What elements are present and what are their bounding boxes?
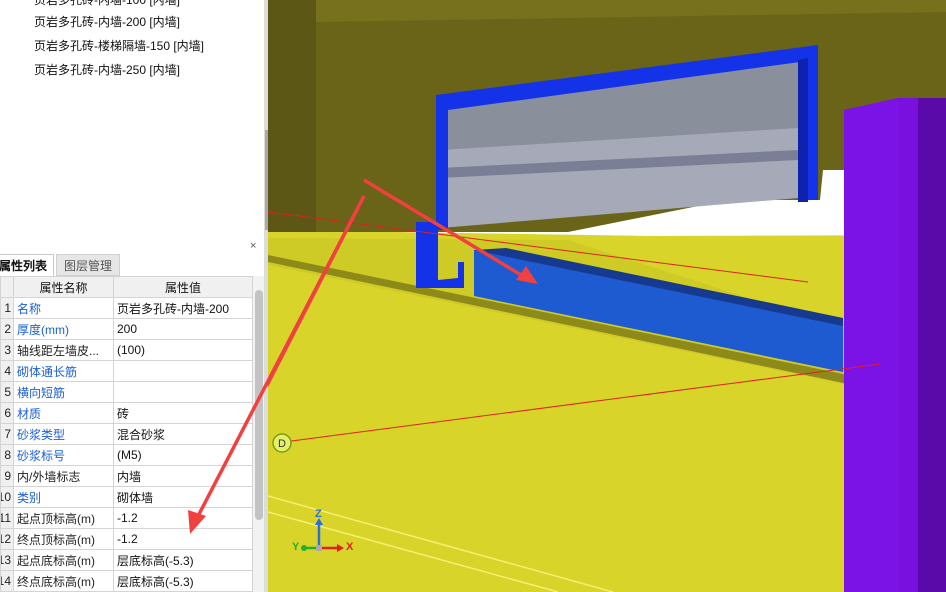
row-number: 9 xyxy=(0,465,14,487)
property-value[interactable]: 砌体墙 xyxy=(113,486,253,508)
table-row[interactable]: 8 砂浆标号 (M5) xyxy=(0,444,253,466)
axis-origin xyxy=(316,545,322,551)
table-row[interactable]: 1 名称 页岩多孔砖-内墙-200 xyxy=(0,297,253,319)
row-number: 13 xyxy=(0,549,14,571)
3d-scene[interactable]: D xyxy=(268,0,946,592)
panel-close-icon[interactable]: × xyxy=(250,240,256,252)
row-number: 14 xyxy=(0,570,14,592)
property-value[interactable]: (100) xyxy=(113,339,253,361)
tree-item[interactable]: 页岩多孔砖-内墙-100 [内墙] xyxy=(34,0,180,11)
row-number: 11 xyxy=(0,507,14,529)
property-value[interactable]: 层底标高(-5.3) xyxy=(113,549,253,571)
tree-item[interactable]: 页岩多孔砖-内墙-200 [内墙] xyxy=(34,11,180,33)
table-header-row: 属性名称 属性值 xyxy=(0,276,253,298)
row-number: 1 xyxy=(0,297,14,319)
property-name: 厚度(mm) xyxy=(13,318,114,340)
axis-marker-label: D xyxy=(278,438,286,450)
row-number: 5 xyxy=(0,381,14,403)
component-tree: 页岩多孔砖-内墙-100 [内墙] 页岩多孔砖-内墙-200 [内墙] 页岩多孔砖-… xyxy=(0,0,266,238)
table-row[interactable]: 14终点底标高(m)层底标高(-5.3) xyxy=(0,570,253,592)
3d-viewport[interactable]: D xyxy=(268,0,946,592)
property-name: 砂浆标号 xyxy=(13,444,114,466)
property-value[interactable]: (M5) xyxy=(113,444,253,466)
table-row[interactable]: 9 内/外墙标志 内墙 xyxy=(0,465,253,487)
scrollbar-thumb[interactable] xyxy=(255,290,263,520)
property-name: 材质 xyxy=(13,402,114,424)
property-value[interactable]: 200 xyxy=(113,318,253,340)
property-value[interactable] xyxy=(113,360,253,382)
olive-beam-side xyxy=(268,0,316,232)
table-row[interactable]: 13起点底标高(m)层底标高(-5.3) xyxy=(0,549,253,571)
property-value[interactable]: 页岩多孔砖-内墙-200 xyxy=(113,297,253,319)
property-name: 类别 xyxy=(13,486,114,508)
tab-properties[interactable]: 属性列表 xyxy=(0,254,54,276)
row-number-header xyxy=(0,276,14,298)
x-arrowhead xyxy=(337,544,344,552)
property-table: 属性名称 属性值 1 名称 页岩多孔砖-内墙-200 2 厚度(mm) 200 3 轴线距左墙… xyxy=(0,276,253,592)
property-name: 终点顶标高(m) xyxy=(13,528,114,550)
table-row[interactable]: 11起点顶标高(m)-1.2 xyxy=(0,507,253,529)
property-name-header: 属性名称 xyxy=(13,276,114,298)
property-value[interactable]: -1.2 xyxy=(113,507,253,529)
property-value[interactable]: 层底标高(-5.3) xyxy=(113,570,253,592)
row-number: 8 xyxy=(0,444,14,466)
property-value-header: 属性值 xyxy=(113,276,253,298)
left-panel: 页岩多孔砖-内墙-100 [内墙] 页岩多孔砖-内墙-200 [内墙] 页岩多孔砖-… xyxy=(0,0,266,592)
property-name: 起点底标高(m) xyxy=(13,549,114,571)
table-row[interactable]: 2 厚度(mm) 200 xyxy=(0,318,253,340)
row-number: 4 xyxy=(0,360,14,382)
tab-layers[interactable]: 图层管理 xyxy=(56,254,120,276)
y-axis-label: Y xyxy=(292,541,300,553)
tree-item[interactable]: 页岩多孔砖-内墙-250 [内墙] xyxy=(34,59,180,81)
row-number: 3 xyxy=(0,339,14,361)
table-row[interactable]: 10类别砌体墙 xyxy=(0,486,253,508)
axis-gizmo: Z X Y xyxy=(290,508,360,558)
row-number: 2 xyxy=(0,318,14,340)
property-value[interactable]: 内墙 xyxy=(113,465,253,487)
z-axis-label: Z xyxy=(315,508,322,520)
property-value[interactable] xyxy=(113,381,253,403)
table-row[interactable]: 5 横向短筋 xyxy=(0,381,253,403)
table-row[interactable]: 12终点顶标高(m)-1.2 xyxy=(0,528,253,550)
property-name: 砌体通长筋 xyxy=(13,360,114,382)
table-row[interactable]: 7 砂浆类型 混合砂浆 xyxy=(0,423,253,445)
row-number: 7 xyxy=(0,423,14,445)
property-name: 横向短筋 xyxy=(13,381,114,403)
property-value[interactable]: 混合砂浆 xyxy=(113,423,253,445)
property-name: 轴线距左墙皮... xyxy=(13,339,114,361)
property-name: 内/外墙标志 xyxy=(13,465,114,487)
purple-column-side xyxy=(918,98,946,592)
property-name: 终点底标高(m) xyxy=(13,570,114,592)
y-dot xyxy=(301,545,307,551)
row-number: 6 xyxy=(0,402,14,424)
purple-column-front xyxy=(844,98,898,592)
blue-frame-side xyxy=(798,58,808,202)
row-number: 10 xyxy=(0,486,14,508)
property-value[interactable]: 砖 xyxy=(113,402,253,424)
property-name: 起点顶标高(m) xyxy=(13,507,114,529)
table-row[interactable]: 4 砌体通长筋 xyxy=(0,360,253,382)
table-row[interactable]: 6 材质砖 xyxy=(0,402,253,424)
property-value[interactable]: -1.2 xyxy=(113,528,253,550)
tree-item[interactable]: 页岩多孔砖-楼梯隔墙-150 [内墙] xyxy=(34,35,204,57)
row-number: 12 xyxy=(0,528,14,550)
property-name: 砂浆类型 xyxy=(13,423,114,445)
x-axis-label: X xyxy=(346,541,354,553)
table-row[interactable]: 3 轴线距左墙皮... (100) xyxy=(0,339,253,361)
property-name: 名称 xyxy=(13,297,114,319)
